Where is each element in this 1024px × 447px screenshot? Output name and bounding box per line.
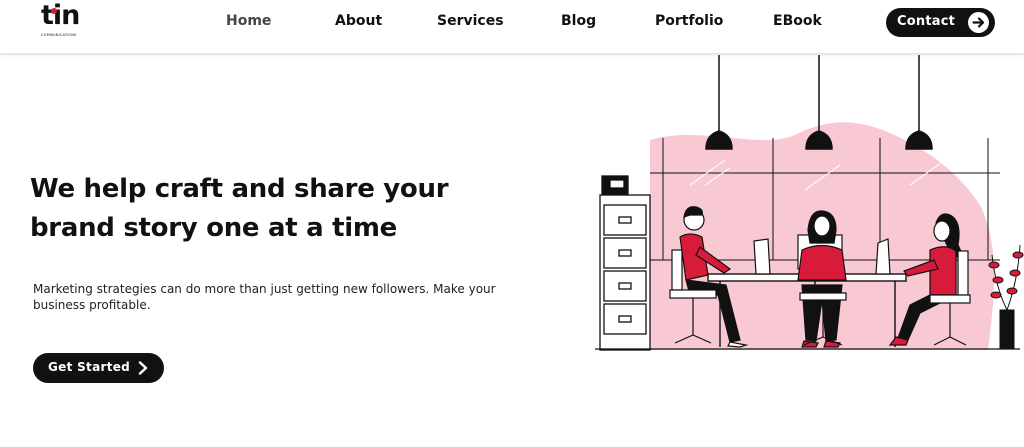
nav-item-blog[interactable]: Blog <box>561 13 596 29</box>
nav-item-portfolio[interactable]: Portfolio <box>655 13 723 29</box>
logo-wordmark: tin <box>41 0 80 31</box>
logo-subtext: COMMUNICATIONS <box>41 33 77 37</box>
hero-title: We help craft and share your brand story… <box>30 170 490 248</box>
nav-item-home[interactable]: Home <box>226 13 271 29</box>
office-team-illustration <box>595 55 1024 351</box>
brand-logo[interactable]: tin COMMUNICATIONS <box>41 2 85 42</box>
get-started-label: Get Started <box>48 360 131 374</box>
nav-item-services[interactable]: Services <box>437 13 504 29</box>
page: tin COMMUNICATIONS Home About Services B… <box>0 0 1024 447</box>
site-header: tin COMMUNICATIONS Home About Services B… <box>0 0 1024 55</box>
hero-title-line-1: We help craft and share your <box>30 174 449 204</box>
contact-button[interactable]: Contact <box>886 8 995 37</box>
nav-item-about[interactable]: About <box>335 13 382 29</box>
get-started-button[interactable]: Get Started <box>33 353 164 383</box>
contact-button-label: Contact <box>897 14 956 29</box>
chevron-right-icon <box>138 361 148 375</box>
hero-description: Marketing strategies can do more than ju… <box>33 282 496 312</box>
hero-title-line-2: brand story one at a time <box>30 213 397 243</box>
filing-cabinet <box>599 175 651 351</box>
logo-accent-dot <box>51 8 57 14</box>
arrow-right-circle-icon <box>968 12 989 33</box>
nav-item-ebook[interactable]: EBook <box>773 13 822 29</box>
pendant-lamps <box>705 55 933 150</box>
